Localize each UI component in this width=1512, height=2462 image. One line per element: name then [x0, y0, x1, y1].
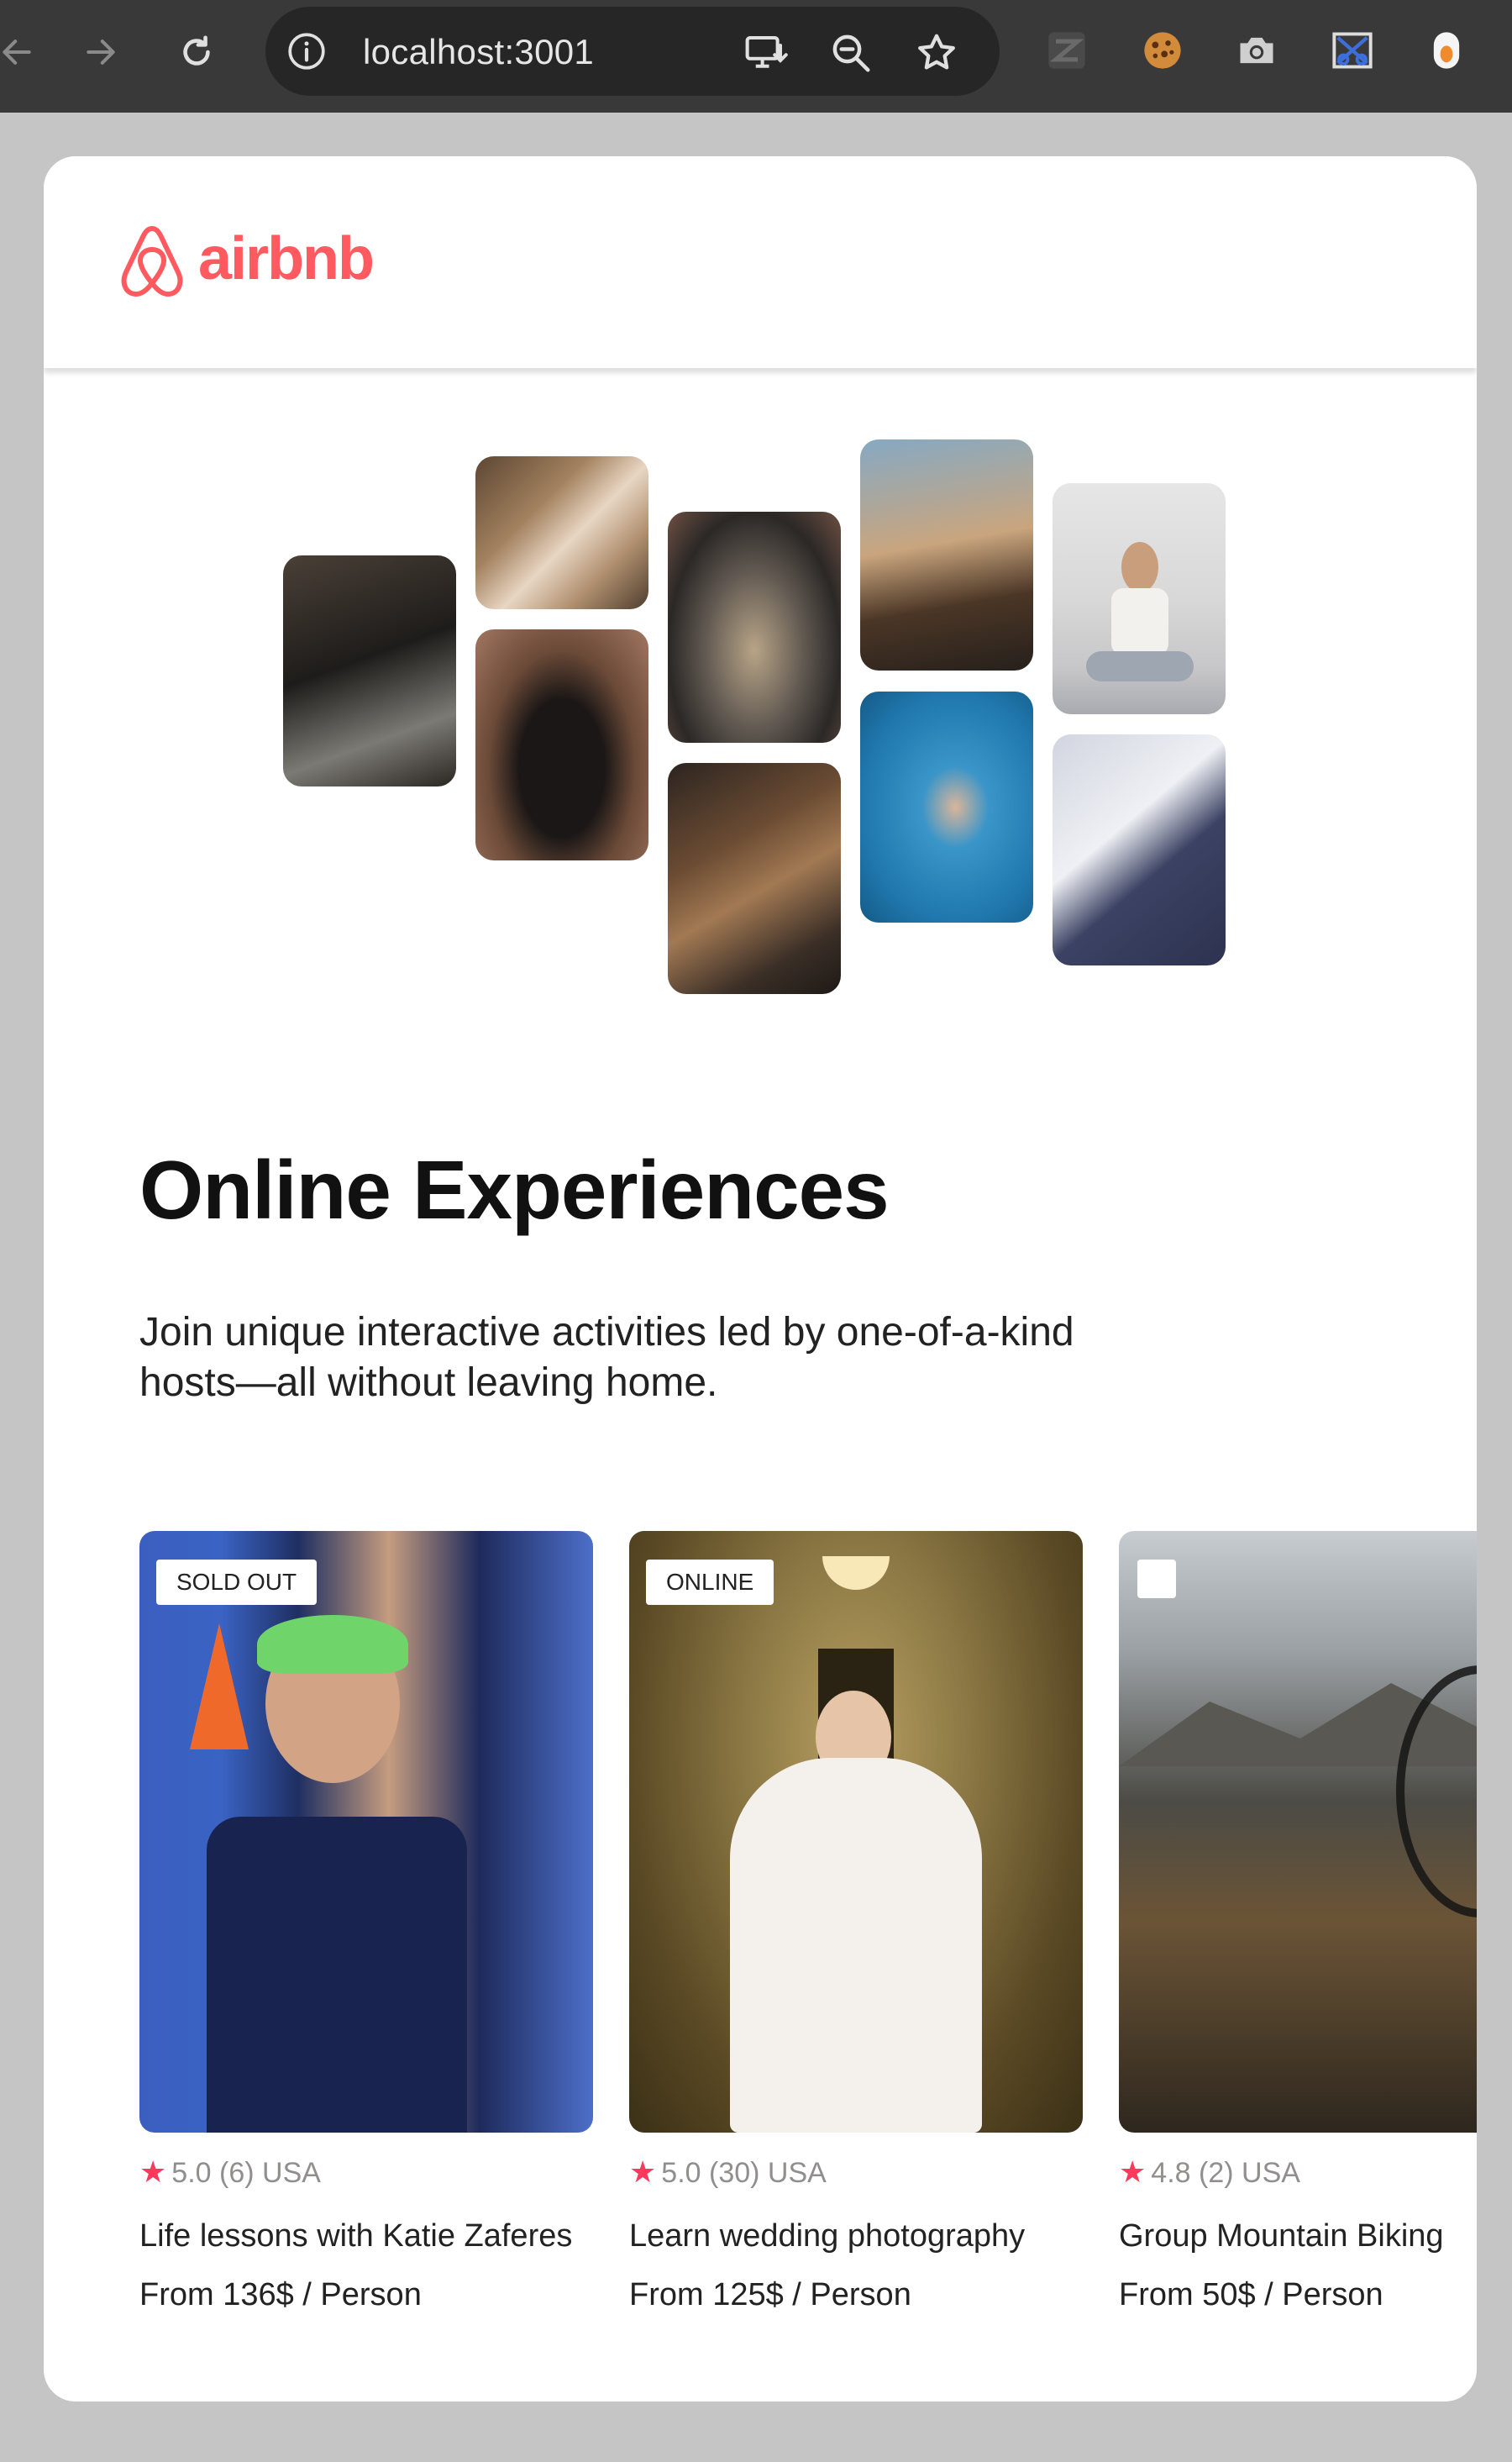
experience-card[interactable]: ★ 4.8 (2) USA Group Mountain Biking From … [1119, 1531, 1477, 2312]
url-text[interactable]: localhost:3001 [363, 32, 594, 72]
airbnb-logo-text[interactable]: airbnb [198, 225, 375, 292]
camera-extension-icon[interactable] [1235, 29, 1278, 72]
location: USA [1242, 2157, 1300, 2189]
experience-price: From 136$ / Person [139, 2277, 422, 2312]
back-button[interactable] [0, 27, 42, 77]
experience-title[interactable]: Life lessons with Katie Zaferes [139, 2217, 572, 2255]
experience-title[interactable]: Learn wedding photography [629, 2217, 1025, 2255]
photo-keyboard-microphone [860, 439, 1033, 671]
experience-price: From 125$ / Person [629, 2277, 911, 2312]
experience-title[interactable]: Group Mountain Biking [1119, 2217, 1444, 2255]
reload-icon [183, 35, 210, 66]
site-navbar: airbnb [44, 156, 1477, 368]
photo-singer [1053, 734, 1226, 965]
photo-baker [475, 456, 648, 609]
experience-image[interactable]: ONLINE [629, 1531, 1083, 2133]
status-badge: ONLINE [646, 1560, 774, 1605]
star-icon: ★ [629, 2154, 657, 2189]
photo-cooking-pans [283, 555, 456, 786]
extension-z-icon[interactable] [1045, 29, 1089, 72]
cookie-extension-icon[interactable] [1141, 29, 1184, 72]
airbnb-logo-icon[interactable] [118, 224, 186, 299]
photo-swimmer [860, 692, 1033, 923]
rating-value: 5.0 [171, 2157, 212, 2189]
forward-button[interactable] [76, 27, 126, 77]
browser-toolbar: localhost:3001 [0, 0, 1512, 113]
screenshot-extension-icon[interactable] [1331, 29, 1374, 72]
status-badge [1137, 1560, 1176, 1598]
photo-yoga [1053, 483, 1226, 714]
page-container: airbnb Online Experiences Join unique in… [44, 156, 1477, 2402]
zoom-icon[interactable] [828, 30, 874, 76]
experience-price: From 50$ / Person [1119, 2277, 1383, 2312]
review-count: (30) [709, 2157, 760, 2189]
experience-image[interactable] [1119, 1531, 1477, 2133]
reload-button[interactable] [171, 27, 222, 77]
star-icon: ★ [139, 2154, 167, 2189]
rating-value: 5.0 [661, 2157, 701, 2189]
rating-value: 4.8 [1151, 2157, 1191, 2189]
site-info-icon[interactable] [286, 30, 328, 72]
photo-food-bowl [668, 512, 841, 743]
profile-extension-icon[interactable] [1425, 29, 1468, 72]
location: USA [767, 2157, 827, 2189]
review-count: (6) [219, 2157, 255, 2189]
install-app-icon[interactable] [743, 30, 788, 76]
page-description: Join unique interactive activities led b… [139, 1310, 1074, 1405]
experience-card[interactable]: ONLINE ★ 5.0 (30) USA Learn wedding photo… [629, 1531, 1083, 2312]
star-icon: ★ [1119, 2154, 1147, 2189]
page-title: Online Experiences [139, 1144, 890, 1236]
photo-dancer-doorway [475, 629, 648, 860]
location: USA [262, 2157, 321, 2189]
status-badge: SOLD OUT [156, 1560, 318, 1605]
rating-row: ★ 4.8 (2) USA [1119, 2154, 1300, 2191]
address-bar[interactable]: localhost:3001 [265, 7, 1000, 96]
arrow-left-icon [3, 39, 31, 65]
experience-card[interactable]: SOLD OUT ★ 5.0 (6) USA Life lessons with … [139, 1531, 593, 2312]
rating-row: ★ 5.0 (6) USA [139, 2154, 321, 2191]
bookmark-star-icon[interactable] [914, 30, 959, 76]
experience-image[interactable]: SOLD OUT [139, 1531, 593, 2133]
rating-row: ★ 5.0 (30) USA [629, 2154, 827, 2191]
review-count: (2) [1199, 2157, 1234, 2189]
arrow-right-icon [87, 39, 115, 65]
photo-guitar [668, 763, 841, 994]
